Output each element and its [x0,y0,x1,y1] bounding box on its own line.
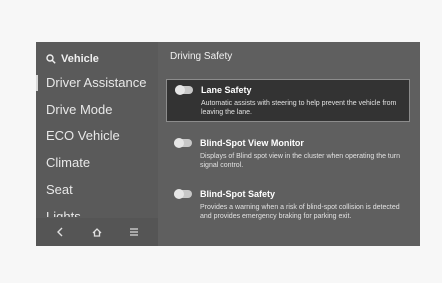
toggle-switch[interactable] [174,189,192,199]
option-description: Provides a warning when a risk of blind-… [200,204,400,220]
infotainment-screen: Vehicle Driver Assistance Drive Mode ECO… [36,42,420,246]
option-title: Blind-Spot Safety [200,189,276,199]
toggle-knob [175,85,185,95]
option-blind-spot-view-monitor[interactable]: Blind-Spot View Monitor Displays of Blin… [166,133,410,174]
sidebar-item-lights[interactable]: Lights [46,206,156,217]
bottom-nav-bar [36,218,158,246]
back-icon [57,227,63,237]
sidebar-item-seat[interactable]: Seat [46,179,156,201]
menu-icon [129,228,138,236]
toggle-knob [174,138,184,148]
toggle-switch[interactable] [175,85,193,95]
toggle-switch[interactable] [174,138,192,148]
sidebar-item-climate[interactable]: Climate [46,152,156,174]
section-title: Driving Safety [170,51,233,62]
sidebar-item-driver-assistance[interactable]: Driver Assistance [36,72,156,94]
home-button[interactable] [87,222,107,242]
option-title: Lane Safety [201,85,252,95]
sidebar-title: Vehicle [61,53,99,65]
menu-button[interactable] [124,222,144,242]
search-icon [46,54,56,64]
sidebar-item-eco-vehicle[interactable]: ECO Vehicle [46,125,156,147]
toggle-knob [174,189,184,199]
option-description: Displays of Blind spot view in the clust… [200,153,400,169]
option-description: Automatic assists with steering to help … [201,100,397,116]
back-button[interactable] [50,222,70,242]
sidebar-item-drive-mode[interactable]: Drive Mode [46,99,156,121]
home-icon [92,228,102,237]
sidebar: Vehicle Driver Assistance Drive Mode ECO… [36,42,158,246]
settings-content: Driving Safety Lane Safety Automatic ass… [158,42,420,246]
page: Vehicle Driver Assistance Drive Mode ECO… [0,0,442,283]
option-title: Blind-Spot View Monitor [200,138,304,148]
option-lane-safety[interactable]: Lane Safety Automatic assists with steer… [166,79,410,122]
option-blind-spot-safety[interactable]: Blind-Spot Safety Provides a warning whe… [166,184,410,225]
sidebar-search[interactable]: Vehicle [46,51,99,67]
